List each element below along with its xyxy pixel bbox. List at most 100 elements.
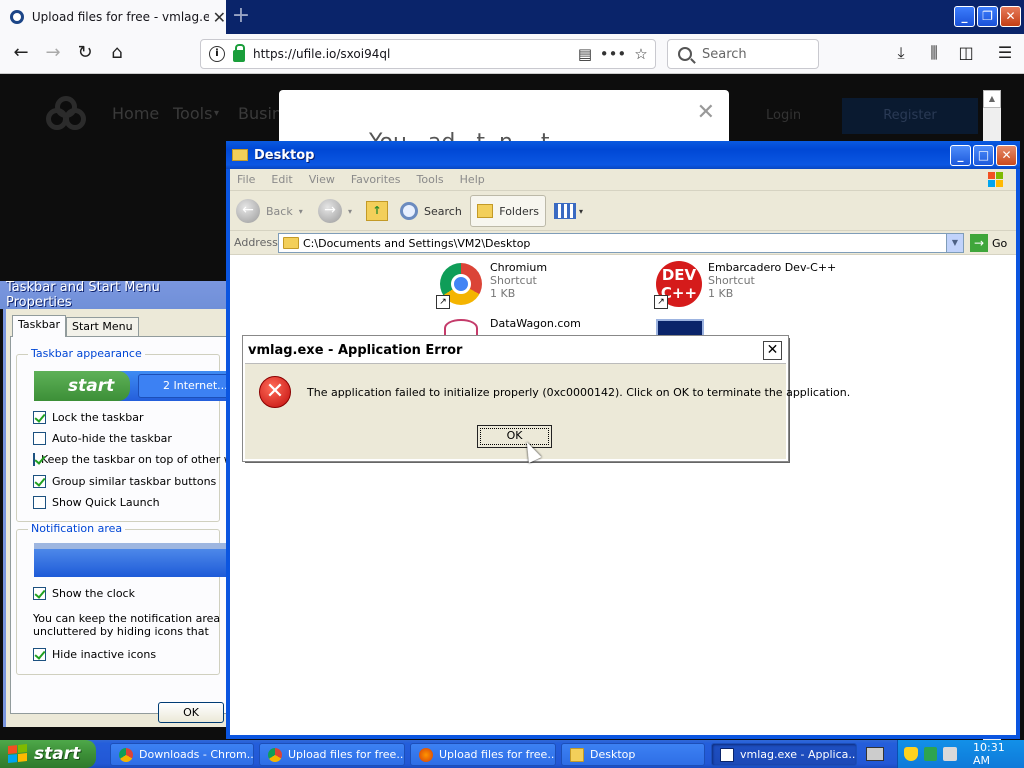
system-clock[interactable]: 10:31 AM <box>973 741 1024 767</box>
explorer-file-view: ↗ Chromium Shortcut 1 KB DEV C++ ↗ Embarc… <box>230 255 1016 735</box>
url-bar[interactable]: i https://ufile.io/sxoi94ql ▤ ••• ☆ <box>200 39 656 69</box>
security-shield-icon[interactable] <box>904 747 918 761</box>
downloads-icon[interactable]: ⤓ <box>888 42 914 66</box>
lock-taskbar-checkbox[interactable] <box>33 411 46 424</box>
task-upload-files-1[interactable]: Upload files for free... <box>259 743 405 766</box>
scroll-up-icon[interactable]: ▲ <box>983 90 1001 108</box>
search-bar[interactable]: Search <box>667 39 819 69</box>
start-button[interactable]: start <box>0 740 96 768</box>
login-link[interactable]: Login <box>766 108 801 123</box>
forward-button[interactable]: → ▾ <box>318 195 352 227</box>
keyboard-icon[interactable] <box>866 747 884 761</box>
taskbar-preview: start 2 Internet... <box>34 371 230 401</box>
hide-inactive-option[interactable]: Hide inactive icons <box>33 648 156 661</box>
nav-tools-link[interactable]: Tools <box>173 104 212 123</box>
ufile-logo-icon[interactable] <box>46 96 94 136</box>
taskbar-properties-title[interactable]: Taskbar and Start Menu Properties <box>0 280 226 310</box>
browser-minimize-button[interactable]: _ <box>954 6 975 27</box>
up-folder-button[interactable]: ↑ <box>366 195 388 227</box>
search-button[interactable]: Search <box>400 195 462 227</box>
task-downloads-chrome[interactable]: Downloads - Chrom... <box>110 743 254 766</box>
back-button[interactable]: ← Back ▾ <box>236 195 303 227</box>
address-dropdown-icon[interactable]: ▼ <box>946 234 963 252</box>
reload-icon[interactable]: ↻ <box>72 42 98 66</box>
address-input[interactable]: C:\Documents and Settings\VM2\Desktop ▼ <box>278 233 964 253</box>
search-icon <box>400 202 418 220</box>
group-buttons-checkbox[interactable] <box>33 475 46 488</box>
browser-close-button[interactable]: ✕ <box>1000 6 1021 27</box>
file-item-chromium[interactable]: ↗ Chromium Shortcut 1 KB <box>436 261 547 309</box>
url-text[interactable]: https://ufile.io/sxoi94ql <box>253 47 571 61</box>
modal-close-icon[interactable]: ✕ <box>697 100 715 125</box>
menu-tools[interactable]: Tools <box>417 173 444 186</box>
explorer-maximize-button[interactable]: □ <box>973 145 994 166</box>
menu-file[interactable]: File <box>237 173 255 186</box>
error-close-button[interactable]: ✕ <box>763 341 782 360</box>
browser-tab[interactable]: Upload files for free - vmlag.exe - ✕ <box>0 0 226 34</box>
task-label: Upload files for free... <box>439 748 556 761</box>
menu-edit[interactable]: Edit <box>271 173 292 186</box>
taskbar-ok-button[interactable]: OK <box>158 702 224 723</box>
error-message: The application failed to initialize pro… <box>307 386 851 399</box>
option-label: Lock the taskbar <box>52 411 144 424</box>
keep-on-top-checkbox[interactable] <box>33 453 35 466</box>
tab-close-icon[interactable]: ✕ <box>213 8 226 27</box>
forward-dropdown-icon[interactable]: ▾ <box>348 207 352 216</box>
views-dropdown-icon[interactable]: ▾ <box>579 207 583 216</box>
option-label: Hide inactive icons <box>52 648 157 661</box>
task-vmlag-error[interactable]: vmlag.exe - Applica... <box>711 743 857 766</box>
lock-taskbar-option[interactable]: Lock the taskbar <box>33 411 144 424</box>
bookmark-star-icon[interactable]: ☆ <box>627 45 655 63</box>
error-dialog-title-bar[interactable]: vmlag.exe - Application Error <box>245 338 786 364</box>
preview-ie-button: 2 Internet... <box>138 374 230 398</box>
site-info-icon[interactable]: i <box>209 46 225 62</box>
page-actions-icon[interactable]: ••• <box>599 45 627 63</box>
menu-view[interactable]: View <box>309 173 335 186</box>
task-upload-files-2[interactable]: Upload files for free... <box>410 743 556 766</box>
network-icon[interactable] <box>923 747 938 761</box>
group-buttons-option[interactable]: Group similar taskbar buttons <box>33 475 216 488</box>
browser-nav-bar: ← → ↻ ⌂ i https://ufile.io/sxoi94ql ▤ ••… <box>0 34 1024 74</box>
file-size: 1 KB <box>490 287 516 300</box>
sidebar-icon[interactable]: ◫ <box>953 42 979 66</box>
explorer-title-bar[interactable]: Desktop <box>226 141 1020 169</box>
back-dropdown-icon[interactable]: ▾ <box>299 207 303 216</box>
show-clock-option[interactable]: Show the clock <box>33 587 135 600</box>
explorer-close-button[interactable]: ✕ <box>996 145 1017 166</box>
task-desktop[interactable]: Desktop <box>561 743 705 766</box>
views-button[interactable]: ▾ <box>554 195 583 227</box>
menu-help[interactable]: Help <box>460 173 485 186</box>
home-icon[interactable]: ⌂ <box>104 42 130 66</box>
forward-arrow-icon: → <box>318 199 342 223</box>
folders-button[interactable]: Folders <box>470 195 546 227</box>
file-item-datawagon[interactable]: DataWagon.com <box>438 317 581 337</box>
quick-launch-option[interactable]: Show Quick Launch <box>33 496 160 509</box>
auto-hide-option[interactable]: Auto-hide the taskbar <box>33 432 172 445</box>
tab-taskbar[interactable]: Taskbar <box>12 315 66 337</box>
hide-inactive-checkbox[interactable] <box>33 648 46 661</box>
application-window-icon[interactable] <box>656 319 704 337</box>
system-tray: 10:31 AM <box>897 740 1024 768</box>
explorer-minimize-button[interactable]: _ <box>950 145 971 166</box>
register-button[interactable]: Register <box>842 98 978 134</box>
forward-arrow-icon[interactable]: → <box>40 42 66 66</box>
library-icon[interactable]: ⫼ <box>921 42 947 66</box>
quick-launch-checkbox[interactable] <box>33 496 46 509</box>
nav-business-link[interactable]: Busin <box>238 104 282 123</box>
tab-start-menu[interactable]: Start Menu <box>66 317 139 337</box>
menu-favorites[interactable]: Favorites <box>351 173 401 186</box>
back-arrow-icon[interactable]: ← <box>8 42 34 66</box>
nav-home-link[interactable]: Home <box>112 104 159 123</box>
volume-icon[interactable] <box>943 747 958 761</box>
new-tab-icon[interactable]: + <box>228 4 254 30</box>
show-clock-checkbox[interactable] <box>33 587 46 600</box>
keep-on-top-option[interactable]: Keep the taskbar on top of other windows <box>33 453 226 466</box>
auto-hide-checkbox[interactable] <box>33 432 46 445</box>
reader-view-icon[interactable]: ▤ <box>571 45 599 63</box>
file-item-devcpp[interactable]: DEV C++ ↗ Embarcadero Dev-C++ Shortcut 1 … <box>654 261 836 309</box>
browser-restore-button[interactable]: ❐ <box>977 6 998 27</box>
error-ok-button[interactable]: OK <box>477 425 552 448</box>
menu-icon[interactable]: ☰ <box>992 42 1018 66</box>
go-button[interactable]: → Go <box>970 234 1007 252</box>
notification-preview <box>34 543 226 577</box>
